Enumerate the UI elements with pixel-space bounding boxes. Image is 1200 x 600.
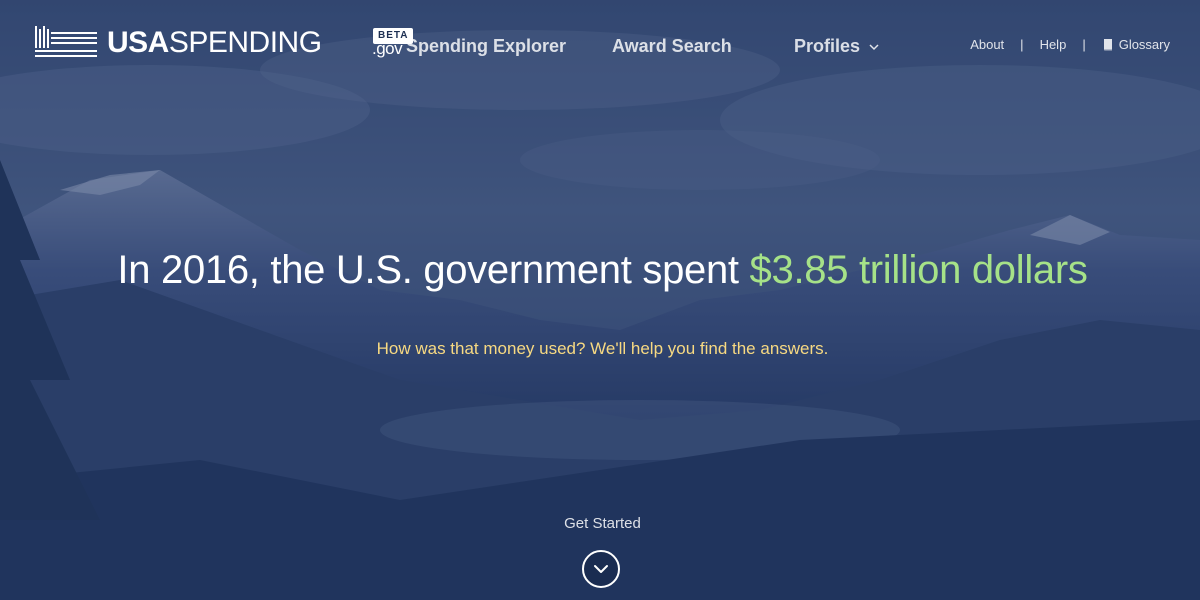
book-icon xyxy=(1103,38,1112,50)
utility-nav: About | Help | Glossary xyxy=(970,34,1170,54)
flag-stripes-icon xyxy=(35,26,97,57)
chevron-down-icon xyxy=(869,44,879,51)
nav-spending-explorer[interactable]: Spending Explorer xyxy=(406,34,566,58)
hero-headline: In 2016, the U.S. government spent $3.85… xyxy=(0,248,1200,293)
about-link[interactable]: About xyxy=(970,37,1004,52)
headline-prefix: In 2016, the U.S. government spent xyxy=(117,248,750,292)
nav-profiles-label: Profiles xyxy=(794,36,861,56)
headline-amount: $3.85 trillion dollars xyxy=(749,248,1088,292)
glossary-link[interactable]: Glossary xyxy=(1102,37,1170,52)
nav-separator: | xyxy=(1082,36,1086,52)
help-link[interactable]: Help xyxy=(1040,37,1067,52)
logo-gov-text: .gov xyxy=(372,39,403,58)
get-started-label[interactable]: Get Started xyxy=(0,515,1200,532)
logo-usa-text: USA xyxy=(107,26,169,59)
hero-subheadline: How was that money used? We'll help you … xyxy=(376,339,829,358)
logo-spending-text: SPENDING xyxy=(168,26,322,59)
chevron-down-icon xyxy=(594,565,608,573)
glossary-label: Glossary xyxy=(1118,36,1170,52)
usaspending-logo[interactable]: USASPENDING BETA .gov xyxy=(35,26,414,60)
scroll-down-button[interactable] xyxy=(582,550,620,588)
nav-profiles[interactable]: Profiles xyxy=(794,34,880,58)
nav-award-search[interactable]: Award Search xyxy=(612,34,732,58)
nav-separator: | xyxy=(1020,36,1024,52)
logo-wordmark: USASPENDING BETA .gov xyxy=(107,26,414,60)
site-header: USASPENDING BETA .gov Spending Explorer … xyxy=(0,0,1200,90)
hero-section: In 2016, the U.S. government spent $3.85… xyxy=(0,0,1200,600)
